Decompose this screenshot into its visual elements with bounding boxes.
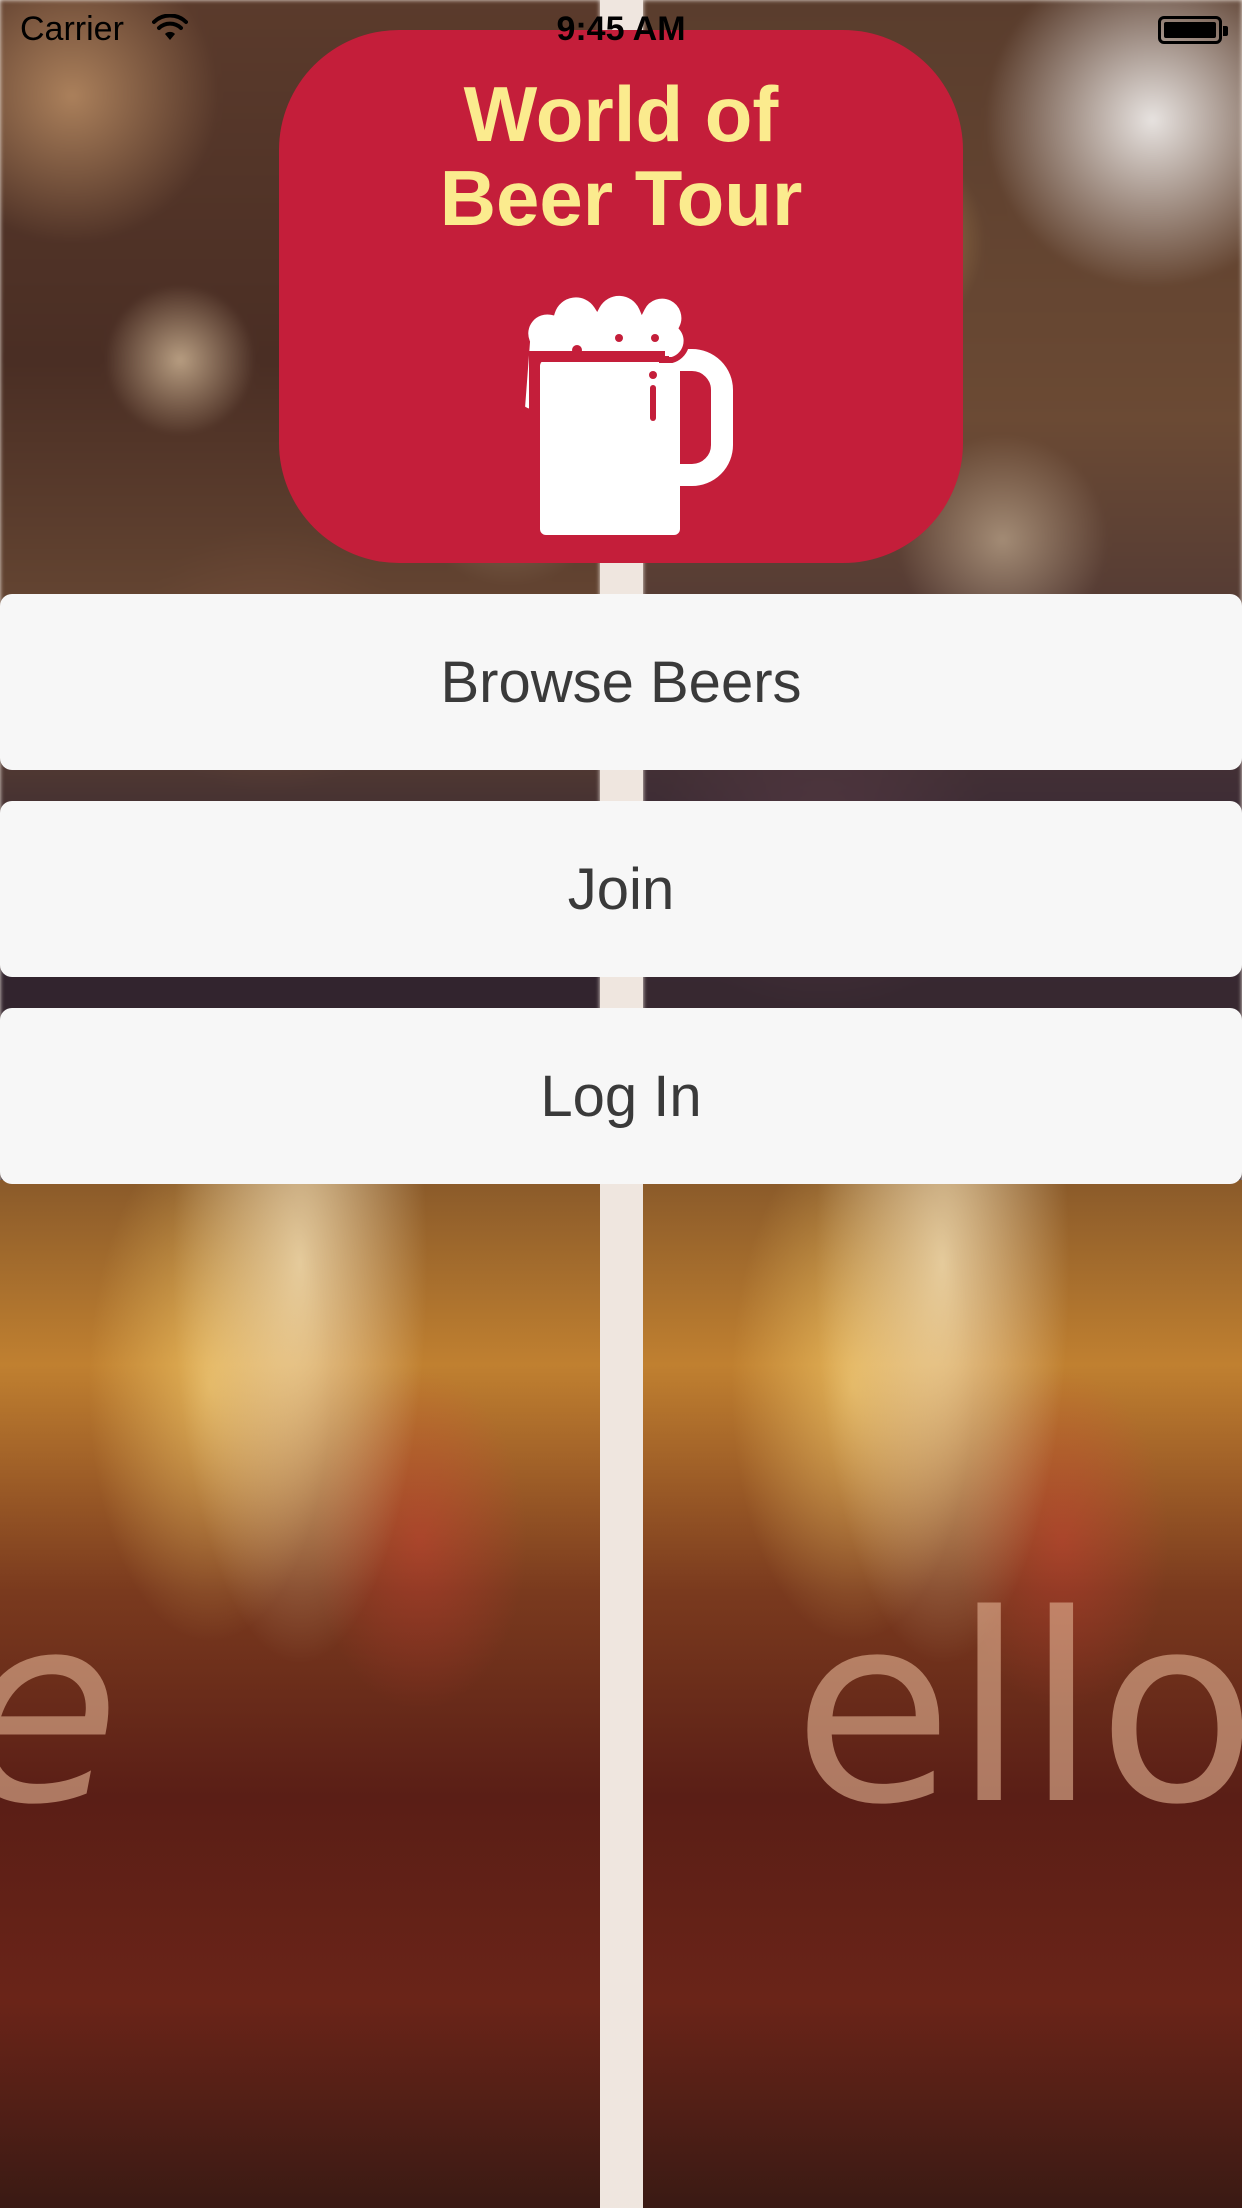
battery-icon	[1158, 16, 1228, 44]
status-time: 9:45 AM	[556, 10, 686, 48]
app-title-line1: World of	[463, 70, 779, 158]
join-button[interactable]: Join	[0, 801, 1242, 977]
beer-mug-icon	[518, 289, 733, 535]
status-bar: Carrier 9:45 AM	[0, 0, 1242, 60]
glass-etch-left: e	[0, 1560, 120, 1862]
browse-beers-button[interactable]: Browse Beers	[0, 594, 1242, 770]
log-in-button[interactable]: Log In	[0, 1008, 1242, 1184]
glass-etch-right: ello	[793, 1560, 1242, 1862]
app-title: World of Beer Tour	[279, 72, 963, 240]
app-title-line2: Beer Tour	[439, 154, 803, 242]
app-logo-card: World of Beer Tour	[279, 30, 963, 563]
